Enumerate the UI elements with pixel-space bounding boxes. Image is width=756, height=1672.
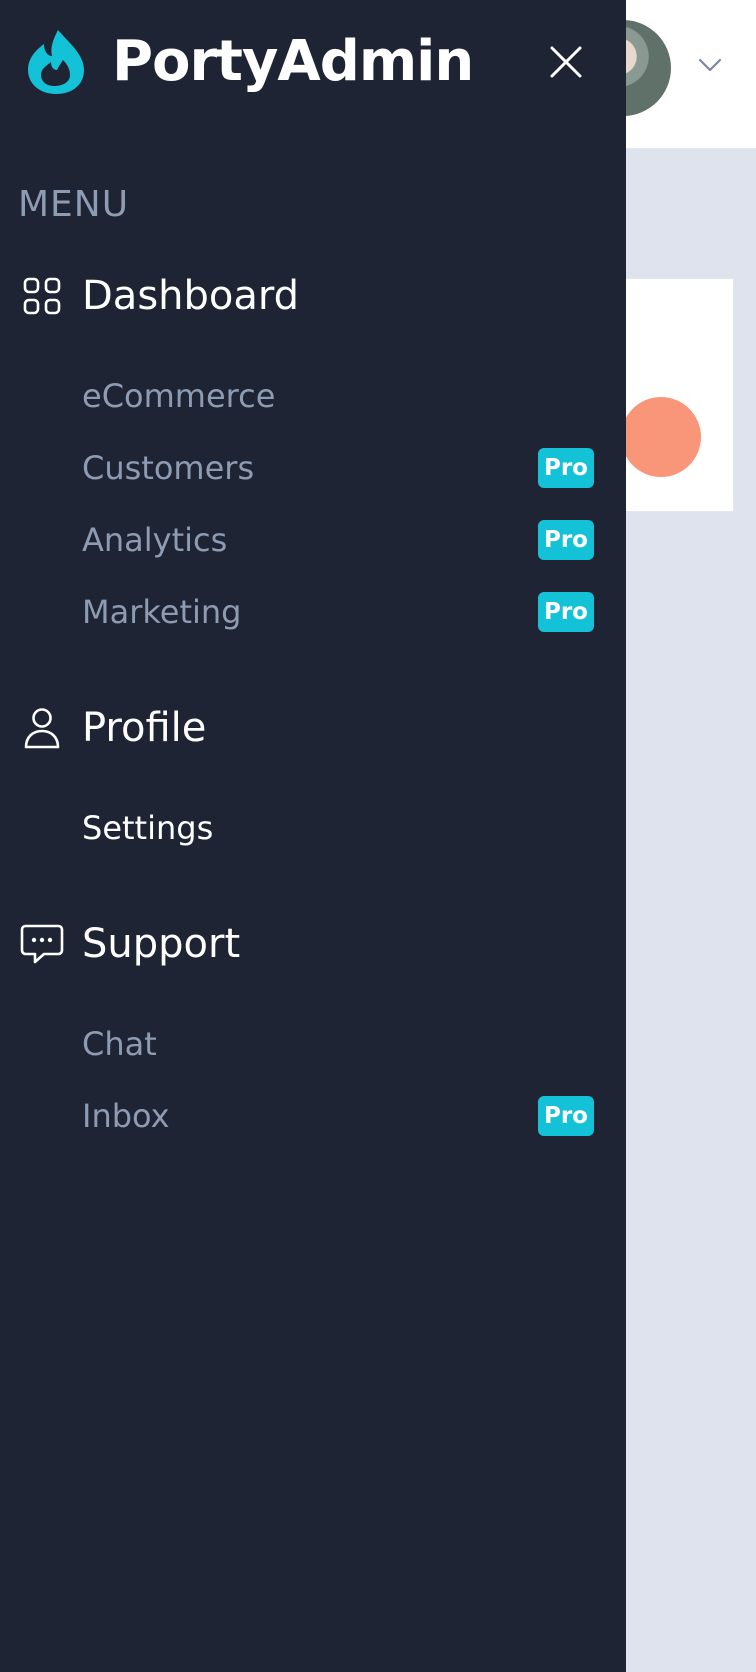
nav-item-ecommerce[interactable]: eCommerce bbox=[82, 372, 594, 420]
nav-item-label: Marketing bbox=[82, 593, 242, 631]
nav-group-support[interactable]: Support bbox=[18, 914, 240, 974]
nav-item-label: Inbox bbox=[82, 1097, 170, 1135]
nav-item-label: Analytics bbox=[82, 521, 228, 559]
menu-heading: MENU bbox=[18, 184, 130, 225]
nav-item-analytics[interactable]: Analytics Pro bbox=[82, 516, 594, 564]
nav-group-profile[interactable]: Profile bbox=[18, 698, 206, 758]
nav-item-customers[interactable]: Customers Pro bbox=[82, 444, 594, 492]
brand[interactable]: PortyAdmin bbox=[24, 22, 474, 102]
card-icon-circle bbox=[621, 397, 701, 477]
nav-item-label: Customers bbox=[82, 449, 255, 487]
close-button[interactable] bbox=[540, 36, 592, 88]
flame-logo-icon bbox=[28, 30, 84, 94]
nav-item-label: Settings bbox=[82, 809, 214, 847]
sidebar: PortyAdmin MENU Dashboard eCommerce Cust… bbox=[0, 0, 626, 1672]
close-icon bbox=[550, 46, 582, 78]
pro-badge: Pro bbox=[537, 448, 594, 488]
brand-name: PortyAdmin bbox=[112, 29, 474, 94]
nav-group-label: Support bbox=[82, 921, 241, 967]
user-icon bbox=[18, 704, 66, 752]
pro-badge: Pro bbox=[537, 1096, 594, 1136]
nav-group-dashboard[interactable]: Dashboard bbox=[18, 266, 299, 326]
nav-item-marketing[interactable]: Marketing Pro bbox=[82, 588, 594, 636]
nav-item-settings[interactable]: Settings bbox=[82, 804, 594, 852]
chat-bubble-icon bbox=[18, 920, 66, 968]
pro-badge: Pro bbox=[537, 520, 594, 560]
nav-item-chat[interactable]: Chat bbox=[82, 1020, 594, 1068]
nav-item-label: Chat bbox=[82, 1025, 157, 1063]
nav-item-inbox[interactable]: Inbox Pro bbox=[82, 1092, 594, 1140]
grid-icon bbox=[18, 272, 66, 320]
nav-item-label: eCommerce bbox=[82, 377, 276, 415]
nav-group-label: Dashboard bbox=[82, 273, 300, 319]
pro-badge: Pro bbox=[537, 592, 594, 632]
chevron-down-icon[interactable] bbox=[696, 56, 724, 74]
nav-group-label: Profile bbox=[82, 705, 207, 751]
